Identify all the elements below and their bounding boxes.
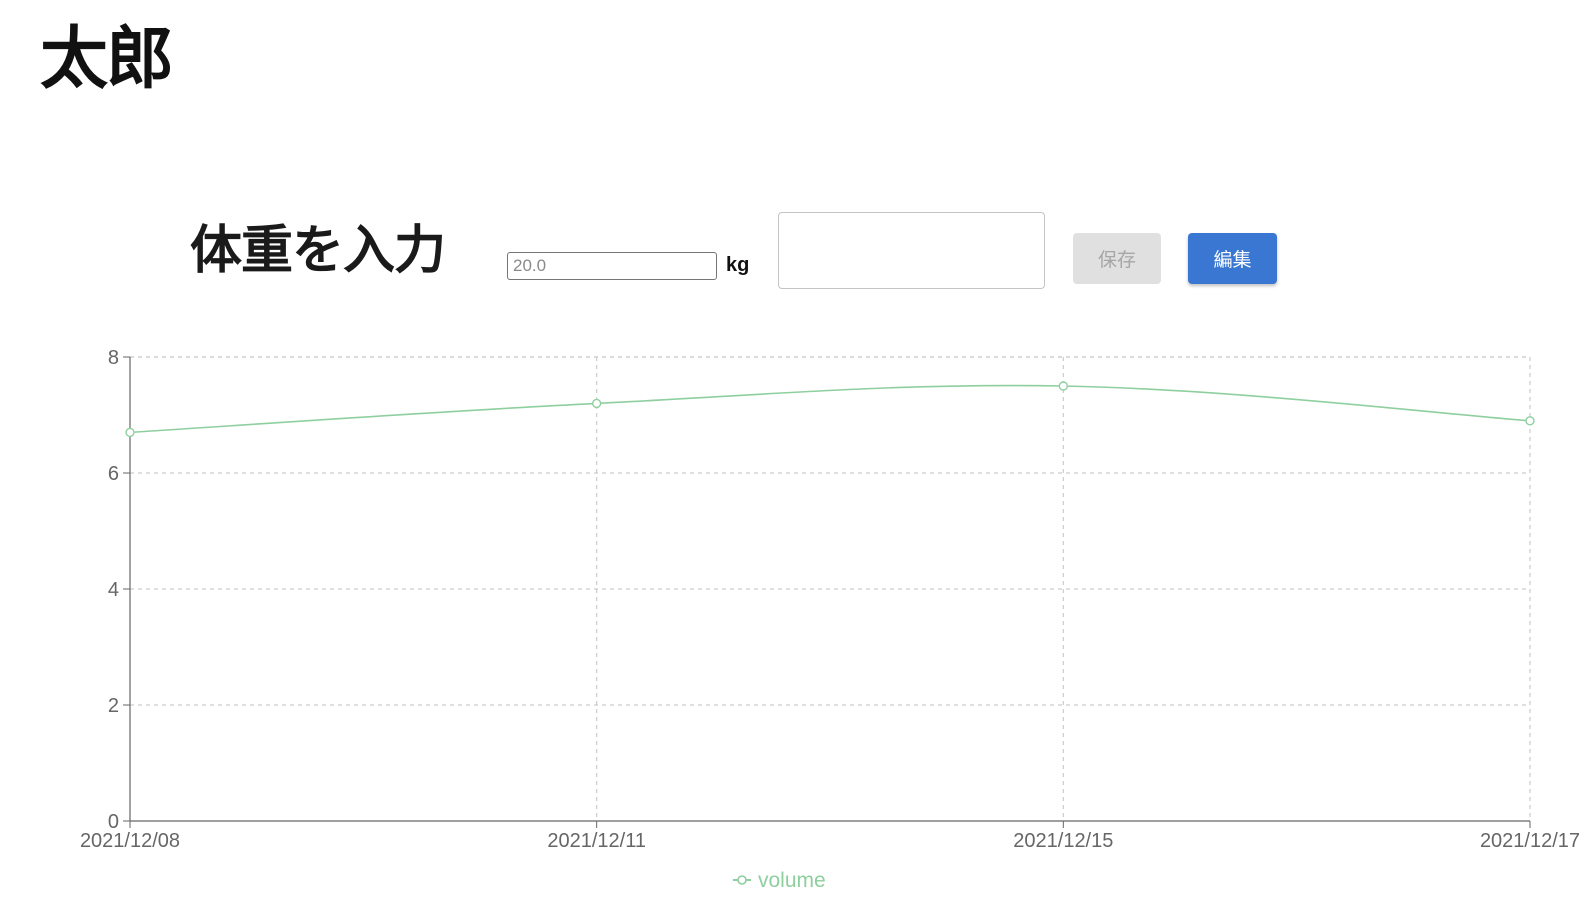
y-tick-label: 4 xyxy=(108,579,119,601)
x-tick-label: 2021/12/17 xyxy=(1480,830,1580,852)
page-title: 太郎 xyxy=(40,20,174,99)
series-line-volume xyxy=(129,384,1531,434)
edit-button[interactable]: 編集 xyxy=(1188,233,1277,284)
data-point xyxy=(591,398,602,409)
data-point xyxy=(1058,381,1069,391)
legend-marker-icon xyxy=(737,875,747,885)
legend-label: volume xyxy=(758,869,826,892)
y-tick-label: 6 xyxy=(108,463,119,485)
data-point xyxy=(1525,416,1535,426)
weight-entry-form: 体重を入力 kg 保存 編集 xyxy=(0,200,1592,300)
data-point xyxy=(125,427,135,438)
weight-input[interactable] xyxy=(507,252,717,280)
weight-line-chart: 024682021/12/08 2021/12/11 2021/12/15 2021/… xyxy=(80,347,1580,892)
save-button[interactable]: 保存 xyxy=(1073,233,1161,284)
weight-entry-heading: 体重を入力 xyxy=(190,221,446,281)
weight-unit-label: kg xyxy=(726,254,750,276)
x-tick-label: 2021/12/08 xyxy=(80,830,180,852)
x-tick-label: 2021/12/11 xyxy=(547,830,646,852)
y-tick-label: 2 xyxy=(108,695,119,717)
memo-field[interactable] xyxy=(778,212,1045,289)
weight-chart: 0 2 4 6 8 2021/12/08 2021/12/11 2021/12/15 2021/… xyxy=(0,340,1592,902)
x-tick-label: 2021/12/15 xyxy=(1013,830,1113,852)
y-tick-label: 8 xyxy=(108,347,119,369)
